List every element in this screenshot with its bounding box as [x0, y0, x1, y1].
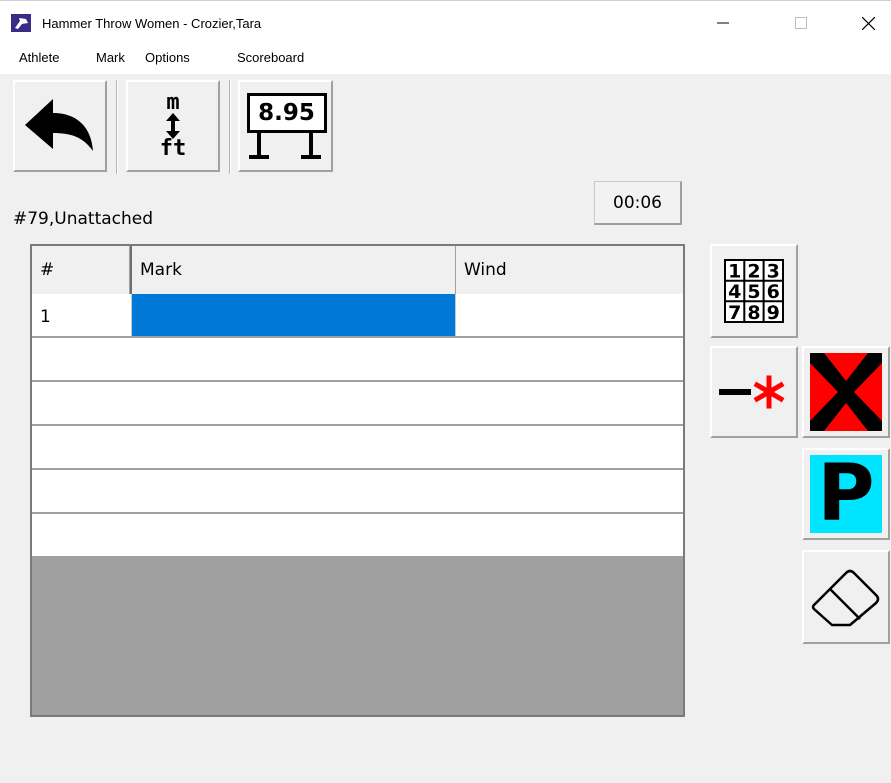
column-header-number[interactable]: # — [32, 246, 130, 294]
eraser-icon — [811, 569, 880, 627]
units-feet-label: ft — [159, 136, 187, 161]
scoreboard-button[interactable]: 8.95 — [238, 80, 333, 172]
keypad-digit: 9 — [767, 302, 780, 323]
table-row[interactable] — [32, 382, 683, 425]
keypad-digit: 7 — [728, 302, 741, 323]
table-row[interactable] — [32, 470, 683, 513]
cell-number — [32, 514, 132, 556]
menu-scoreboard[interactable]: Scoreboard — [237, 50, 304, 65]
toolbar-separator — [229, 80, 231, 174]
eraser-button[interactable] — [802, 550, 890, 644]
window-title: Hammer Throw Women - Crozier,Tara — [42, 16, 262, 31]
foul-button[interactable] — [802, 346, 890, 438]
column-header-mark[interactable]: Mark — [130, 246, 456, 294]
pass-button[interactable]: P — [802, 448, 890, 540]
cell-mark-selected[interactable] — [132, 294, 456, 336]
athlete-info: #79,Unattached — [13, 209, 154, 229]
grid-header: # Mark Wind — [32, 246, 683, 295]
keypad-digit: 1 — [728, 261, 741, 283]
close-icon — [861, 16, 875, 30]
cell-number — [32, 426, 132, 468]
keypad-digit: 8 — [747, 302, 760, 323]
marks-grid: # Mark Wind 1 — [30, 244, 685, 717]
keypad-digit: 2 — [747, 261, 760, 283]
cell-number — [32, 338, 132, 380]
cell-wind[interactable] — [456, 294, 683, 336]
menu-mark[interactable]: Mark — [96, 50, 125, 65]
keypad-digit: 5 — [747, 281, 760, 303]
minus-star-icon — [719, 375, 785, 409]
maximize-button[interactable] — [778, 1, 824, 45]
back-arrow-icon — [25, 99, 93, 151]
cell-number — [32, 470, 132, 512]
minimize-button[interactable] — [700, 1, 746, 45]
table-row[interactable]: 1 — [32, 294, 683, 337]
toolbar-separator — [116, 80, 118, 174]
scoreboard-value: 8.95 — [258, 100, 315, 126]
units-toggle-button[interactable]: m ft — [126, 80, 220, 172]
title-bar: Hammer Throw Women - Crozier,Tara — [0, 0, 891, 45]
units-meters-label: m — [166, 90, 180, 115]
cell-number — [32, 382, 132, 424]
column-header-wind[interactable]: Wind — [456, 246, 683, 294]
keypad-digit: 3 — [767, 261, 780, 283]
app-icon — [11, 14, 31, 32]
pass-icon: P — [810, 455, 882, 533]
keypad-digit: 6 — [767, 281, 780, 303]
table-row[interactable] — [32, 514, 683, 557]
table-row[interactable] — [32, 338, 683, 381]
scoreboard-icon: 8.95 — [245, 91, 327, 161]
foul-x-icon — [810, 353, 882, 431]
menu-options[interactable]: Options — [145, 50, 190, 65]
back-button[interactable] — [13, 80, 107, 172]
timer-display[interactable]: 00:06 — [594, 181, 682, 225]
table-row[interactable] — [32, 426, 683, 469]
keypad-icon: 1 2 3 4 5 6 7 8 9 — [724, 259, 784, 323]
menu-athlete[interactable]: Athlete — [19, 50, 59, 65]
maximize-icon — [795, 17, 807, 29]
minus-star-button[interactable] — [710, 346, 798, 438]
keypad-button[interactable]: 1 2 3 4 5 6 7 8 9 — [710, 244, 798, 338]
menu-bar: Athlete Mark Options Scoreboard — [0, 44, 891, 74]
minimize-icon — [717, 22, 729, 24]
cell-number: 1 — [32, 294, 132, 336]
close-button[interactable] — [845, 1, 891, 45]
pass-letter: P — [817, 449, 875, 539]
keypad-digit: 4 — [728, 281, 741, 303]
